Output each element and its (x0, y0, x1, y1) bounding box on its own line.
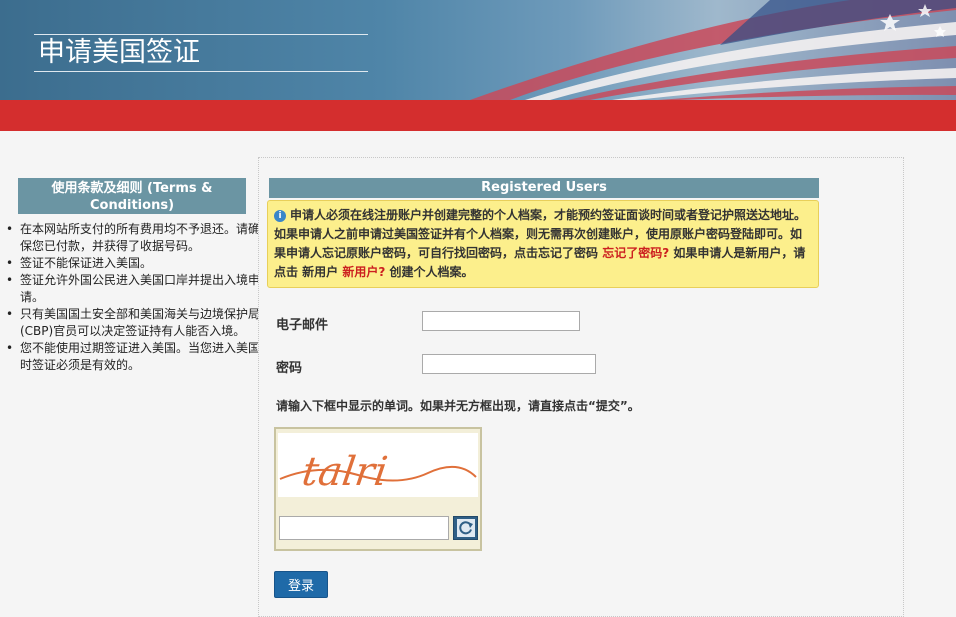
page-title: 申请美国签证 (34, 34, 368, 72)
captcha-input[interactable] (279, 516, 449, 540)
login-button[interactable]: 登录 (274, 571, 328, 598)
notice-text-3: 创建个人档案。 (389, 265, 474, 279)
new-user-link[interactable]: 新用户? (342, 265, 385, 279)
registered-users-heading: Registered Users (269, 178, 819, 198)
terms-item: 只有美国国土安全部和美国海关与边境保护局(CBP)官员可以决定签证持有人能否入境… (6, 306, 260, 340)
info-icon: i (274, 209, 286, 222)
terms-item: 您不能使用过期签证进入美国。当您进入美国时签证必须是有效的。 (6, 340, 260, 374)
forgot-password-link[interactable]: 忘记了密码? (602, 246, 669, 260)
us-flag-graphic (470, 0, 956, 100)
password-field[interactable] (422, 354, 596, 374)
terms-item: 在本网站所支付的所有费用均不予退还。请确保您已付款，并获得了收据号码。 (6, 221, 260, 255)
captcha-instruction: 请输入下框中显示的单词。如果并无方框出现，请直接点击“提交”。 (276, 399, 640, 413)
captcha-box: talri (274, 427, 482, 551)
email-field[interactable] (422, 311, 580, 331)
captcha-word: talri (299, 449, 390, 495)
refresh-icon (456, 519, 475, 537)
password-label: 密码 (276, 361, 303, 376)
captcha-image: talri (278, 433, 478, 497)
email-label: 电子邮件 (276, 318, 329, 333)
captcha-refresh-button[interactable] (453, 516, 478, 540)
red-divider-bar (0, 100, 956, 131)
terms-heading: 使用条款及细则 (Terms & Conditions) (18, 178, 246, 214)
terms-list: 在本网站所支付的所有费用均不予退还。请确保您已付款，并获得了收据号码。 签证不能… (4, 221, 260, 374)
terms-item: 签证不能保证进入美国。 (6, 255, 260, 272)
terms-item: 签证允许外国公民进入美国口岸并提出入境申请。 (6, 272, 260, 306)
registration-notice: i 申请人必须在线注册账户并创建完整的个人档案，才能预约签证面谈时间或者登记护照送… (267, 200, 819, 288)
captcha-distortion-graphic: talri (279, 449, 477, 495)
header-banner: 申请美国签证 (0, 0, 956, 100)
